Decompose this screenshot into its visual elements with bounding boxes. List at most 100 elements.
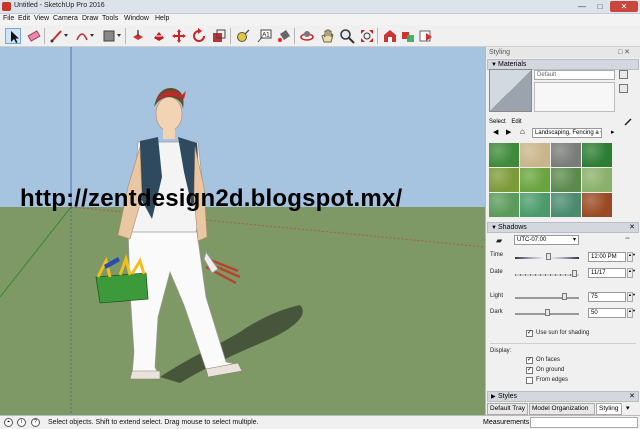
- time-slider-thumb[interactable]: [546, 253, 551, 260]
- menu-draw[interactable]: Draw: [82, 15, 98, 22]
- material-thumb[interactable]: [582, 168, 612, 192]
- back-arrow-icon[interactable]: ◀: [493, 128, 498, 136]
- material-thumb[interactable]: [551, 193, 581, 217]
- tab-model-organization[interactable]: Model Organization: [529, 403, 595, 415]
- close-button[interactable]: ✕: [610, 1, 638, 12]
- modeling-viewport[interactable]: http://zentdesign2d.blogspot.mx/: [0, 47, 485, 415]
- pushpull-icon[interactable]: [130, 28, 146, 44]
- home-icon[interactable]: ⌂: [520, 127, 525, 136]
- eraser-icon[interactable]: [26, 28, 42, 44]
- time-label: Time: [490, 252, 504, 258]
- move-icon[interactable]: [171, 28, 187, 44]
- from-edges-checkbox[interactable]: [526, 377, 533, 384]
- components-icon[interactable]: [400, 28, 416, 44]
- light-field[interactable]: 75: [588, 292, 626, 302]
- date-field[interactable]: 11/17: [588, 268, 626, 278]
- tab-select[interactable]: Select: [489, 119, 506, 125]
- tab-styling[interactable]: Styling: [596, 403, 622, 415]
- use-sun-checkbox[interactable]: ✓: [526, 330, 533, 337]
- on-ground-checkbox[interactable]: ✓: [526, 367, 533, 374]
- material-thumb[interactable]: [551, 143, 581, 167]
- details-icon[interactable]: ▸: [611, 128, 615, 136]
- main-toolbar: A1: [0, 25, 640, 47]
- on-ground-label: On ground: [536, 367, 565, 373]
- library-select[interactable]: Landscaping, Fencing a ▾: [532, 128, 602, 138]
- material-thumb[interactable]: [489, 168, 519, 192]
- menu-window[interactable]: Window: [124, 15, 149, 22]
- scene-drawing: [0, 47, 485, 415]
- forward-arrow-icon[interactable]: ▶: [506, 128, 511, 136]
- menu-help[interactable]: Help: [155, 15, 169, 22]
- material-thumb[interactable]: [520, 143, 550, 167]
- select-icon[interactable]: [5, 28, 21, 44]
- material-thumb[interactable]: [489, 143, 519, 167]
- material-thumb[interactable]: [520, 193, 550, 217]
- warehouse-icon[interactable]: [382, 28, 398, 44]
- menu-tools[interactable]: Tools: [102, 15, 118, 22]
- timezone-select[interactable]: UTC-07:00 ▾: [514, 235, 579, 245]
- light-spin-button[interactable]: ▲▼: [627, 292, 636, 302]
- shadow-toggle-icon[interactable]: ▰: [496, 236, 502, 245]
- status-hint: Select objects. Shift to extend select. …: [48, 419, 259, 426]
- material-thumb[interactable]: [582, 143, 612, 167]
- date-slider-track[interactable]: [515, 274, 579, 276]
- rotate-icon[interactable]: [191, 28, 207, 44]
- material-cube-icon[interactable]: [619, 84, 628, 93]
- date-slider-thumb[interactable]: [572, 270, 577, 277]
- tab-default-tray[interactable]: Default Tray: [487, 403, 528, 415]
- light-slider-thumb[interactable]: [562, 293, 567, 300]
- tab-menu-icon[interactable]: ▾: [626, 404, 630, 412]
- styles-header[interactable]: ▶ Styles ✕: [487, 391, 639, 402]
- create-material-icon[interactable]: [619, 70, 628, 79]
- shapes-dropdown-icon[interactable]: [115, 28, 131, 44]
- date-label: Date: [490, 269, 503, 275]
- zoom-icon[interactable]: [339, 28, 355, 44]
- measurements-field[interactable]: [530, 417, 638, 428]
- help-icon[interactable]: ?: [31, 418, 40, 427]
- extension-icon[interactable]: [418, 28, 434, 44]
- material-thumb[interactable]: [551, 168, 581, 192]
- text-icon[interactable]: A1: [256, 28, 272, 44]
- time-field[interactable]: 12:00 PM: [588, 252, 626, 262]
- credits-icon[interactable]: i: [17, 418, 26, 427]
- green-axis-line: [0, 206, 72, 298]
- zoom-extents-icon[interactable]: [359, 28, 375, 44]
- material-thumb[interactable]: [582, 193, 612, 217]
- details-toggle-icon[interactable]: ⇔: [624, 235, 631, 242]
- tray-tabs: Default Tray Model Organization Styling …: [487, 403, 640, 415]
- material-thumb[interactable]: [520, 168, 550, 192]
- menu-view[interactable]: View: [34, 15, 49, 22]
- window-title: Untitled - SketchUp Pro 2016: [14, 2, 105, 9]
- tray-pin-close[interactable]: □ ✕: [618, 48, 630, 56]
- dark-spin-button[interactable]: ▲▼: [627, 308, 636, 318]
- library-navigation: ◀ ▶ ⌂ Landscaping, Fencing a ▾ ▸: [489, 127, 637, 139]
- geolocation-icon[interactable]: ⌖: [4, 418, 13, 427]
- dark-slider-thumb[interactable]: [545, 309, 550, 316]
- tray-title: Styling: [486, 47, 640, 58]
- menu-file[interactable]: File: [3, 15, 14, 22]
- menu-camera[interactable]: Camera: [53, 15, 78, 22]
- followme-icon[interactable]: [151, 28, 167, 44]
- dark-field[interactable]: 50: [588, 308, 626, 318]
- on-faces-checkbox[interactable]: ✓: [526, 357, 533, 364]
- tape-icon[interactable]: [235, 28, 251, 44]
- light-slider-track[interactable]: [515, 297, 579, 299]
- material-thumb[interactable]: [489, 193, 519, 217]
- eyedropper-icon[interactable]: [624, 117, 633, 126]
- menu-edit[interactable]: Edit: [18, 15, 30, 22]
- from-edges-label: From edges: [536, 377, 569, 383]
- date-spin-button[interactable]: ▲▼: [627, 268, 636, 278]
- pan-icon[interactable]: [319, 28, 335, 44]
- tab-edit[interactable]: Edit: [511, 119, 521, 125]
- left-shoe: [129, 370, 161, 380]
- svg-text:A1: A1: [262, 33, 270, 39]
- minimize-button[interactable]: —: [574, 1, 590, 12]
- material-name-field[interactable]: Default: [534, 70, 615, 80]
- scale-icon[interactable]: [211, 28, 227, 44]
- title-bar: Untitled - SketchUp Pro 2016 — □ ✕: [0, 0, 640, 14]
- time-spin-button[interactable]: ▲▼: [627, 252, 636, 262]
- orbit-icon[interactable]: [299, 28, 315, 44]
- maximize-button[interactable]: □: [592, 1, 608, 12]
- paint-bucket-icon[interactable]: [276, 28, 292, 44]
- shadows-header[interactable]: ▼ Shadows ✕: [487, 222, 639, 233]
